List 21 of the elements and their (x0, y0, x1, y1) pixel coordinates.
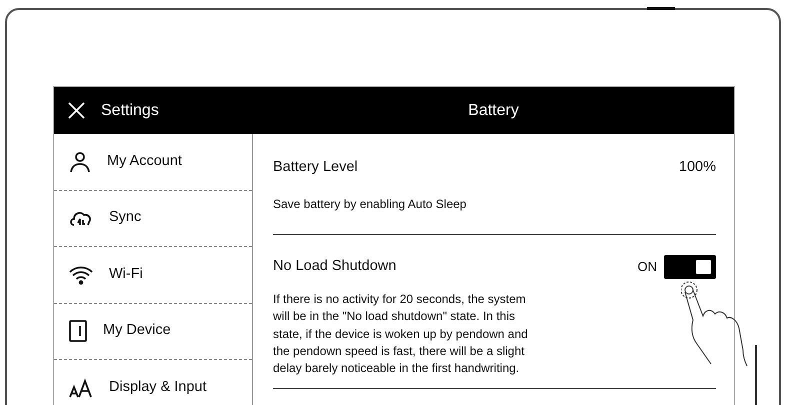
font-size-icon (69, 378, 93, 398)
setting-hint: Save battery by enabling Auto Sleep (273, 196, 468, 213)
setting-description: If there is no activity for 20 seconds, the system will be in the "No load shutdown" state. In this state, if the device is woken up by pendown and the pendown speed is fast, there will be a slight delay barely noticeable in the first handwriting. (273, 290, 529, 378)
sidebar-item[interactable]: Wi-Fi (54, 247, 252, 304)
setting-label: No Load Shutdown (273, 256, 396, 276)
device-edge (755, 345, 757, 405)
page-title: Battery (467, 100, 520, 120)
toggle-state: ON (638, 258, 657, 276)
cloud-sync-icon (69, 209, 93, 228)
battery-value: 100% (678, 158, 716, 177)
person-icon (69, 150, 91, 173)
settings-title: Settings (101, 100, 159, 120)
tablet-icon (69, 320, 87, 342)
close-icon[interactable] (68, 102, 85, 119)
toggle-switch[interactable] (664, 254, 716, 279)
sidebar-item[interactable]: Sync (54, 190, 252, 247)
sidebar-item[interactable]: My Device (54, 304, 252, 360)
sidebar-item[interactable]: Display & Input (54, 360, 252, 405)
wifi-icon (69, 264, 93, 285)
sidebar-item[interactable]: My Account (54, 134, 252, 190)
setting-label: Battery Level (273, 158, 358, 177)
